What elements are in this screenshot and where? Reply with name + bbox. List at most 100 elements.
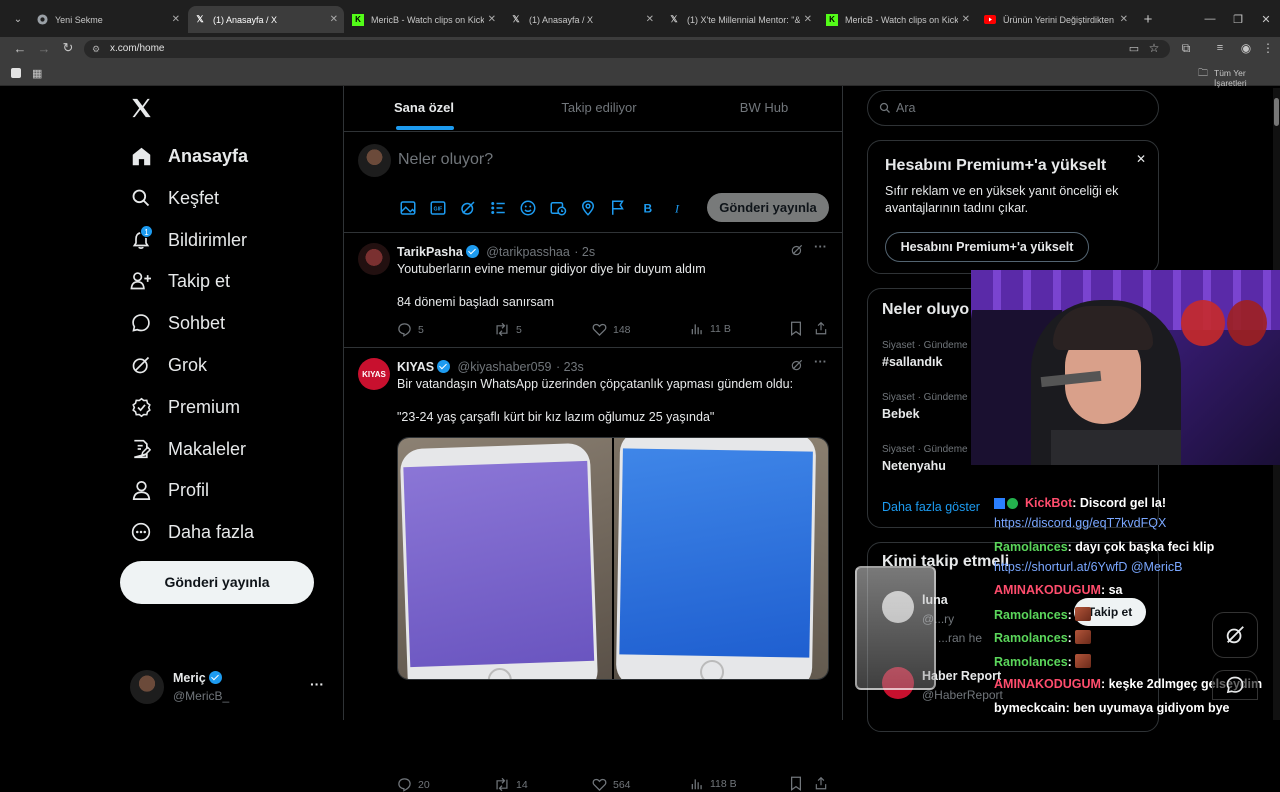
location-icon[interactable] (579, 199, 597, 217)
tweet-time[interactable]: · 23s (556, 360, 584, 374)
grok-floating-button[interactable] (1212, 612, 1258, 658)
minimize-icon[interactable]: — (1200, 9, 1220, 29)
like-button[interactable]: 564 (592, 777, 631, 792)
browser-tab[interactable]: 𝕏 (1) X'te Millennial Mentor: "&g ✕ (662, 6, 818, 33)
tweet-author-handle[interactable]: @tarikpasshaa (486, 245, 570, 259)
nav-profile[interactable]: Profil (130, 475, 209, 505)
tweet-more-icon[interactable]: ··· (814, 239, 827, 254)
scrollbar-thumb[interactable] (1274, 98, 1279, 126)
app-icon[interactable] (11, 68, 21, 78)
tweet-media[interactable] (397, 437, 829, 680)
reply-button[interactable]: 20 (397, 777, 430, 792)
search-input[interactable]: Ara (896, 101, 915, 115)
all-bookmarks-link[interactable]: Tüm Yer İşaretleri (1214, 68, 1280, 88)
tab-following[interactable]: Takip ediliyor (544, 100, 654, 115)
site-info-icon[interactable]: ⚙ (92, 40, 100, 58)
close-window-icon[interactable]: ✕ (1256, 9, 1276, 29)
bookmark-star-icon[interactable]: ☆ (1144, 38, 1164, 58)
messages-floating-button[interactable] (1212, 670, 1258, 700)
tweet[interactable]: KIYAS KIYAS @kiyashaber059 · 23s ··· Bir… (344, 347, 842, 792)
image-icon[interactable] (399, 199, 417, 217)
maximize-icon[interactable]: ❐ (1228, 9, 1248, 29)
close-tab-icon[interactable]: ✕ (172, 14, 180, 25)
nav-chat[interactable]: Sohbet (130, 308, 225, 338)
tweet-more-icon[interactable]: ··· (814, 354, 827, 369)
tab-search-icon[interactable]: ⌄ (8, 9, 28, 29)
account-more-icon[interactable]: ··· (310, 676, 324, 692)
apps-grid-icon[interactable]: ▦ (32, 67, 42, 80)
premium-upgrade-button[interactable]: Hesabını Premium+'a yükselt (885, 232, 1089, 262)
tweet-avatar[interactable] (358, 243, 390, 275)
browser-tab[interactable]: K MericB - Watch clips on Kick ✕ (820, 6, 976, 33)
tweet-author-handle[interactable]: @kiyashaber059 (458, 360, 552, 374)
schedule-icon[interactable] (549, 199, 567, 217)
bookmark-icon[interactable] (789, 321, 803, 336)
nav-premium[interactable]: Premium (130, 392, 240, 422)
profile-menu-icon[interactable]: ◉ (1236, 38, 1256, 58)
media-icon[interactable]: ≡ (1210, 38, 1230, 58)
bold-icon[interactable]: B (639, 199, 657, 217)
trend-item[interactable]: Siyaset · Gündeme Bebek (882, 392, 968, 421)
close-tab-icon[interactable]: ✕ (804, 14, 812, 25)
reload-icon[interactable]: ↻ (58, 38, 78, 58)
grok-explain-icon[interactable] (790, 243, 804, 257)
grok-explain-icon[interactable] (790, 358, 804, 372)
close-tab-icon[interactable]: ✕ (962, 14, 970, 25)
nav-grok[interactable]: Grok (130, 350, 207, 380)
nav-follow[interactable]: Takip et (130, 266, 230, 296)
media-photo-left[interactable] (398, 438, 612, 679)
grok-compose-icon[interactable] (459, 199, 477, 217)
tweet-author-name[interactable]: KIYAS (397, 360, 434, 374)
repost-button[interactable]: 14 (494, 777, 528, 792)
reply-button[interactable]: 5 (397, 322, 424, 337)
italic-icon[interactable]: I (669, 199, 687, 217)
views-button[interactable]: 11 B (690, 322, 731, 336)
close-icon[interactable]: ✕ (1136, 152, 1146, 166)
browser-tab-active[interactable]: 𝕏 (1) Anasayfa / X ✕ (188, 6, 344, 33)
url-field[interactable]: ⚙ x.com/home (84, 40, 1170, 58)
chrome-menu-icon[interactable]: ⋮ (1258, 38, 1278, 58)
x-logo-icon[interactable] (130, 97, 154, 121)
close-tab-icon[interactable]: ✕ (488, 14, 496, 25)
gif-icon[interactable]: GIF (429, 199, 447, 217)
new-tab-icon[interactable]: + (1138, 9, 1158, 29)
tab-bw-hub[interactable]: BW Hub (724, 100, 804, 115)
compose-post-button[interactable]: Gönderi yayınla (707, 193, 829, 222)
tweet[interactable]: TarikPasha @tarikpasshaa · 2s ··· Youtub… (344, 232, 842, 347)
close-tab-icon[interactable]: ✕ (646, 14, 654, 25)
chat-link[interactable]: https://discord.gg/eqT7kvdFQX (994, 516, 1166, 530)
emoji-icon[interactable] (519, 199, 537, 217)
close-tab-icon[interactable]: ✕ (330, 14, 338, 25)
nav-articles[interactable]: Makaleler (130, 434, 246, 464)
browser-tab[interactable]: K MericB - Watch clips on Kick ✕ (346, 6, 502, 33)
post-button[interactable]: Gönderi yayınla (120, 561, 314, 604)
close-tab-icon[interactable]: ✕ (1120, 14, 1128, 25)
nav-more[interactable]: Daha fazla (130, 517, 254, 547)
tab-for-you[interactable]: Sana özel (384, 100, 464, 115)
browser-tab[interactable]: 𝕏 (1) Anasayfa / X ✕ (504, 6, 660, 33)
media-photo-right[interactable] (614, 438, 828, 679)
repost-button[interactable]: 5 (494, 322, 522, 337)
flag-icon[interactable] (609, 199, 627, 217)
share-icon[interactable] (814, 776, 828, 791)
tweet-avatar[interactable]: KIYAS (358, 358, 390, 390)
chat-link[interactable]: https://shorturl.at/6YwfD @MericB (994, 560, 1182, 574)
compose-input[interactable]: Neler oluyor? (398, 151, 493, 169)
search-box[interactable]: Ara (867, 90, 1159, 126)
like-button[interactable]: 148 (592, 322, 631, 337)
trend-item[interactable]: Siyaset · Gündeme #sallandık (882, 340, 968, 369)
nav-home[interactable]: Anasayfa (130, 141, 248, 171)
tweet-author-name[interactable]: TarikPasha (397, 245, 463, 259)
extensions-icon[interactable]: ⧉ (1176, 38, 1196, 58)
views-button[interactable]: 118 B (690, 777, 737, 791)
browser-tab[interactable]: Ürünün Yerini Değiştirdikten So ✕ (978, 6, 1134, 33)
nav-explore[interactable]: Keşfet (130, 183, 219, 213)
poll-icon[interactable] (489, 199, 507, 217)
install-icon[interactable]: ▭ (1124, 38, 1144, 58)
nav-notifications[interactable]: 1 Bildirimler (130, 225, 247, 255)
tweet-time[interactable]: · 2s (574, 245, 595, 259)
browser-tab[interactable]: Yeni Sekme ✕ (30, 6, 186, 33)
show-more-link[interactable]: Daha fazla göster (882, 500, 980, 514)
trend-item[interactable]: Siyaset · Gündeme Netenyahu (882, 444, 968, 473)
bookmark-icon[interactable] (789, 776, 803, 791)
